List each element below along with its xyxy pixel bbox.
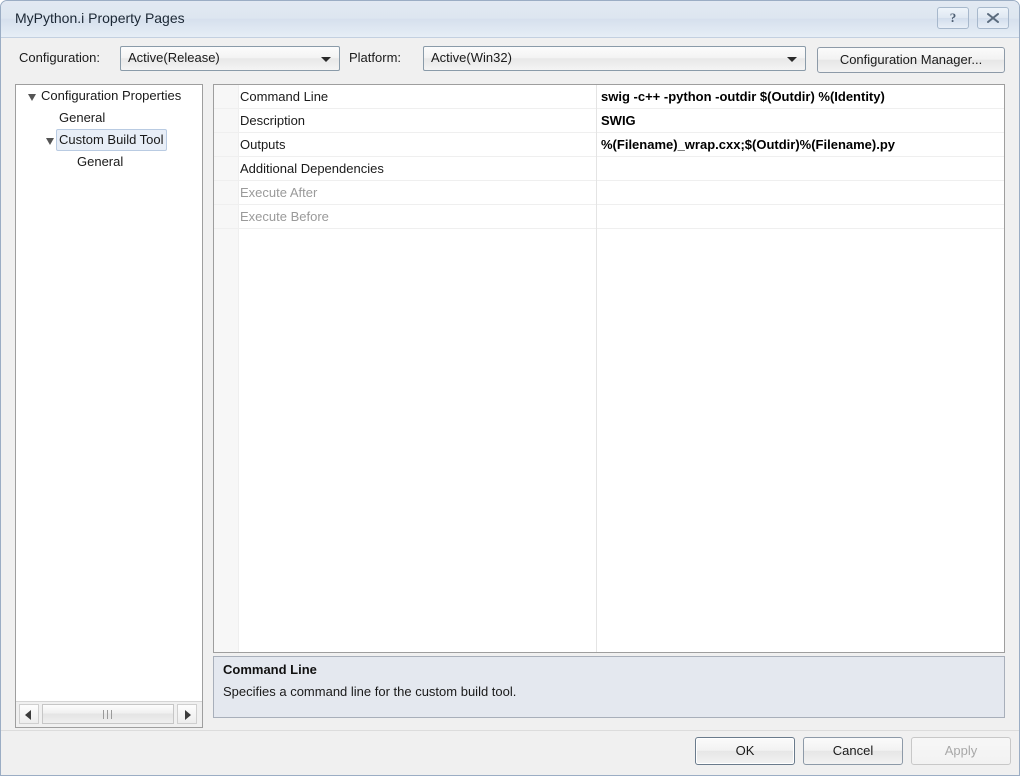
property-row[interactable]: Outputs %(Filename)_wrap.cxx;$(Outdir)%(F… <box>214 133 1004 157</box>
property-name: Description <box>240 113 306 128</box>
property-name: Command Line <box>240 89 329 104</box>
apply-button: Apply <box>911 737 1011 765</box>
grid-column-divider[interactable] <box>596 85 597 652</box>
scroll-left-arrow-icon[interactable] <box>19 704 39 724</box>
configuration-dropdown-value: Active(Release) <box>128 50 220 65</box>
configuration-tree-panel: Configuration Properties General Custom Bu… <box>15 84 203 728</box>
property-value[interactable] <box>596 181 1004 204</box>
description-text: Specifies a command line for the custom … <box>223 684 517 699</box>
help-icon: ? <box>949 10 957 25</box>
description-title: Command Line <box>223 662 317 677</box>
ok-button[interactable]: OK <box>695 737 795 765</box>
configuration-manager-button[interactable]: Configuration Manager... <box>817 47 1005 73</box>
tree-item-configuration-properties[interactable]: Configuration Properties <box>16 85 202 107</box>
platform-dropdown-value: Active(Win32) <box>431 50 512 65</box>
close-button[interactable] <box>977 7 1009 29</box>
tree-horizontal-scrollbar[interactable] <box>16 701 202 727</box>
property-value[interactable]: swig -c++ -python -outdir $(Outdir) %(Id… <box>596 85 1004 108</box>
property-name: Execute After <box>240 185 318 200</box>
cancel-button[interactable]: Cancel <box>803 737 903 765</box>
tree-item-general[interactable]: General <box>16 107 202 129</box>
tree-scroll-area: Configuration Properties General Custom Bu… <box>16 85 202 702</box>
chevron-down-icon <box>787 57 797 62</box>
property-name: Additional Dependencies <box>240 161 384 176</box>
property-row[interactable]: Execute Before <box>214 205 1004 229</box>
grid-rows: Command Line swig -c++ -python -outdir $(… <box>214 85 1004 229</box>
tree-item-general[interactable]: General <box>16 151 202 173</box>
property-value[interactable]: %(Filename)_wrap.cxx;$(Outdir)%(Filename… <box>596 133 1004 156</box>
footer-divider <box>1 730 1019 731</box>
close-icon <box>978 8 1008 28</box>
property-value[interactable] <box>596 157 1004 180</box>
chevron-down-icon <box>321 57 331 62</box>
platform-label: Platform: <box>349 50 402 65</box>
description-panel: Command Line Specifies a command line fo… <box>213 656 1005 718</box>
property-row[interactable]: Command Line swig -c++ -python -outdir $(… <box>214 85 1004 109</box>
property-row[interactable]: Additional Dependencies <box>214 157 1004 181</box>
scrollbar-thumb[interactable] <box>42 704 174 724</box>
property-name: Execute Before <box>240 209 329 224</box>
title-bar: MyPython.i Property Pages ? <box>1 1 1019 38</box>
scrollbar-grip-icon <box>103 710 113 719</box>
tree-item-label: Configuration Properties <box>41 88 182 103</box>
tree-item-label: General <box>77 154 124 169</box>
tree-item-label: General <box>59 110 106 125</box>
configuration-dropdown[interactable]: Active(Release) <box>120 46 340 71</box>
property-row[interactable]: Description SWIG <box>214 109 1004 133</box>
tree-item-label: Custom Build Tool <box>56 129 167 151</box>
property-pages-dialog: MyPython.i Property Pages ? Configuratio… <box>0 0 1020 776</box>
property-row[interactable]: Execute After <box>214 181 1004 205</box>
tree-item-custom-build-tool[interactable]: Custom Build Tool <box>16 129 202 151</box>
property-grid: Command Line swig -c++ -python -outdir $(… <box>213 84 1005 653</box>
scroll-right-arrow-icon[interactable] <box>177 704 197 724</box>
configuration-label: Configuration: <box>19 50 100 65</box>
window-title: MyPython.i Property Pages <box>15 10 185 26</box>
platform-dropdown[interactable]: Active(Win32) <box>423 46 806 71</box>
help-button[interactable]: ? <box>937 7 969 29</box>
property-value[interactable] <box>596 205 1004 228</box>
property-name: Outputs <box>240 137 286 152</box>
property-value[interactable]: SWIG <box>596 109 1004 132</box>
